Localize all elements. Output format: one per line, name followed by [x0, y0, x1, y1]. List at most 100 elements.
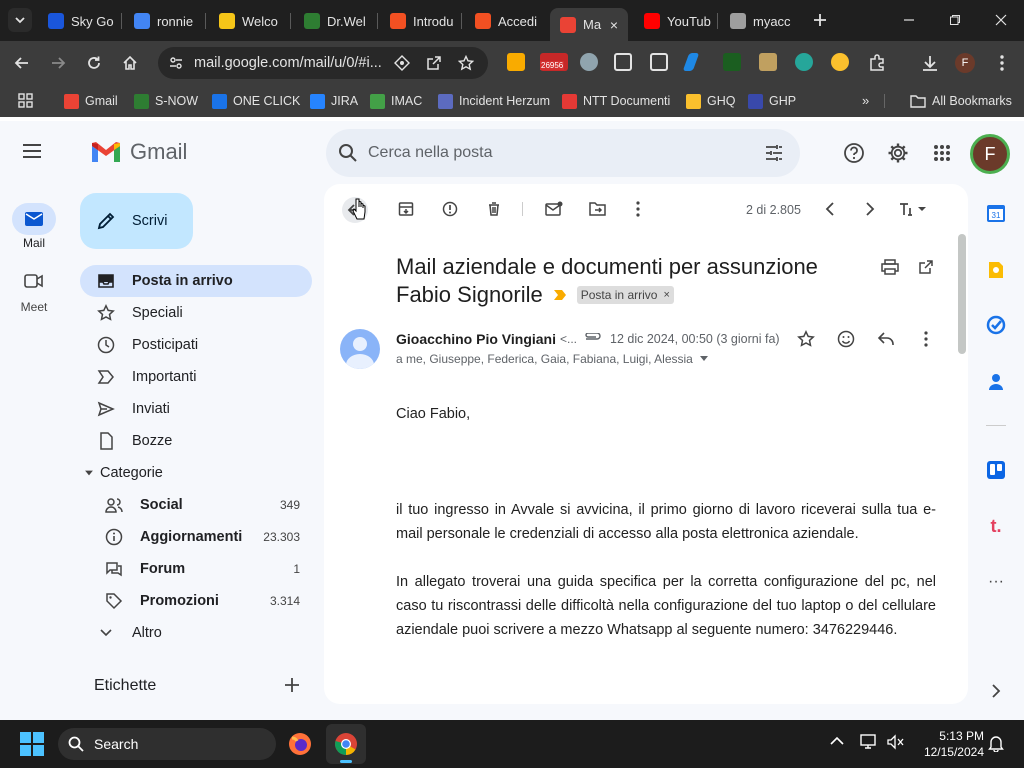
browser-tab[interactable]: YouTub [634, 8, 714, 34]
search-bar[interactable]: Cerca nella posta [326, 129, 800, 177]
tasks-addon[interactable] [984, 313, 1008, 337]
reload-button[interactable] [82, 51, 106, 75]
sidebar-item[interactable]: Posticipati [80, 329, 312, 361]
search-input[interactable]: Cerca nella posta [368, 144, 493, 162]
bookmark-item[interactable]: S-NOW [134, 91, 198, 111]
extension-badge-icon[interactable]: 26956 [540, 53, 568, 71]
tab-search-button[interactable] [8, 8, 32, 32]
windows-start-icon[interactable] [20, 732, 44, 756]
category-item[interactable]: Social 349 [80, 489, 312, 521]
all-bookmarks-button[interactable]: All Bookmarks [910, 91, 1012, 111]
browser-tab[interactable]: Dr.Wel [294, 8, 374, 34]
bookmark-item[interactable]: GHQ [686, 91, 735, 111]
mark-unread-button[interactable] [542, 197, 566, 221]
more-button[interactable]: Altro [80, 617, 312, 649]
browser-tab[interactable]: Sky Go [38, 8, 118, 34]
show-hidden-icons-button[interactable] [830, 736, 844, 746]
settings-button[interactable] [886, 141, 910, 165]
extensions-button[interactable] [865, 51, 889, 75]
sidebar-item[interactable]: Categorie [80, 457, 312, 489]
tapptic-addon-icon[interactable]: t. [984, 514, 1008, 538]
browser-menu-button[interactable] [990, 51, 1014, 75]
rail-mail-button[interactable] [12, 203, 56, 235]
bookmark-item[interactable]: GHP [748, 91, 796, 111]
chrome-taskbar-button[interactable] [326, 724, 366, 764]
delete-button[interactable] [482, 197, 506, 221]
open-in-app-icon[interactable] [422, 51, 446, 75]
downloads-button[interactable] [918, 51, 942, 75]
browser-tab[interactable]: Accedi [465, 8, 543, 34]
restore-button[interactable] [944, 10, 966, 30]
sidebar-item[interactable]: Speciali [80, 297, 312, 329]
keep-addon[interactable] [984, 258, 1008, 282]
sidebar-item[interactable]: Inviati [80, 393, 312, 425]
emoji-reaction-button[interactable] [834, 327, 858, 351]
extension-glasses-icon[interactable] [614, 53, 632, 71]
category-item[interactable]: Forum 1 [80, 553, 312, 585]
gmail-logo[interactable]: Gmail [90, 139, 187, 165]
older-button[interactable] [858, 197, 882, 221]
apps-grid-icon[interactable] [18, 93, 33, 108]
meet-icon[interactable] [24, 273, 44, 289]
reply-button[interactable] [874, 327, 898, 351]
new-tab-button[interactable] [810, 10, 830, 30]
search-filters-icon[interactable] [764, 143, 784, 163]
sidebar-item[interactable]: Importanti [80, 361, 312, 393]
main-menu-button[interactable] [22, 143, 46, 163]
trello-addon[interactable] [984, 458, 1008, 482]
sidebar-item[interactable]: Bozze [80, 425, 312, 457]
taskbar-search[interactable]: Search [58, 728, 276, 760]
archive-button[interactable] [394, 197, 418, 221]
browser-tab[interactable]: Ma × [550, 8, 628, 41]
browser-tab[interactable]: Introdu [380, 8, 458, 34]
bookmark-item[interactable]: Incident Herzum [438, 91, 550, 111]
category-item[interactable]: Promozioni 3.314 [80, 585, 312, 617]
calendar-addon[interactable]: 31 [984, 201, 1008, 225]
more-bookmarks-icon[interactable]: » [862, 93, 869, 108]
star-message-button[interactable] [794, 327, 818, 351]
bookmark-item[interactable]: Gmail [64, 91, 118, 111]
back-button[interactable] [10, 51, 34, 75]
close-tab-icon[interactable]: × [610, 17, 618, 33]
newer-button[interactable] [818, 197, 842, 221]
extension-emoji-icon[interactable] [831, 53, 849, 71]
recipients-row[interactable]: a me, Giuseppe, Federica, Gaia, Fabiana,… [396, 352, 709, 366]
add-label-button[interactable] [284, 677, 300, 693]
open-new-window-button[interactable] [914, 255, 938, 279]
extension-teal-icon[interactable] [795, 53, 813, 71]
report-spam-button[interactable] [438, 197, 462, 221]
bookmark-item[interactable]: ONE CLICK [212, 91, 300, 111]
lens-icon[interactable] [390, 51, 414, 75]
remove-label-icon[interactable]: × [663, 289, 669, 301]
notifications-icon[interactable] [988, 734, 1004, 752]
bookmark-item[interactable]: NTT Documenti [562, 91, 670, 111]
volume-muted-icon[interactable] [886, 734, 904, 750]
input-tools-button[interactable] [896, 197, 930, 221]
message-more-button[interactable] [914, 327, 938, 351]
bookmark-item[interactable]: JIRA [310, 91, 358, 111]
search-icon[interactable] [338, 143, 358, 163]
profile-avatar[interactable]: F [955, 53, 975, 73]
extension-tool-icon[interactable] [759, 53, 777, 71]
firefox-icon[interactable] [288, 732, 312, 756]
show-side-panel-button[interactable] [984, 679, 1008, 703]
print-button[interactable] [878, 255, 902, 279]
site-info-icon[interactable] [168, 55, 184, 71]
bookmark-star-icon[interactable] [454, 51, 478, 75]
browser-tab[interactable]: Welco [209, 8, 287, 34]
category-item[interactable]: Aggiornamenti 23.303 [80, 521, 312, 553]
home-button[interactable] [118, 51, 142, 75]
compose-button[interactable]: Scrivi [80, 193, 193, 249]
forward-button[interactable] [46, 51, 70, 75]
network-icon[interactable] [860, 734, 878, 750]
extension-green-icon[interactable] [723, 53, 741, 71]
move-to-button[interactable] [586, 197, 610, 221]
extension-globe-icon[interactable] [580, 53, 598, 71]
more-addons-icon[interactable]: ··· [984, 570, 1008, 594]
browser-tab[interactable]: myacc [720, 8, 796, 34]
sidebar-item[interactable]: Posta in arrivo [80, 265, 312, 297]
extension-notes-icon[interactable] [507, 53, 525, 71]
message-scrollbar[interactable] [958, 234, 966, 354]
taskbar-clock[interactable]: 5:13 PM 12/15/2024 [912, 728, 984, 760]
apps-button[interactable] [930, 141, 954, 165]
